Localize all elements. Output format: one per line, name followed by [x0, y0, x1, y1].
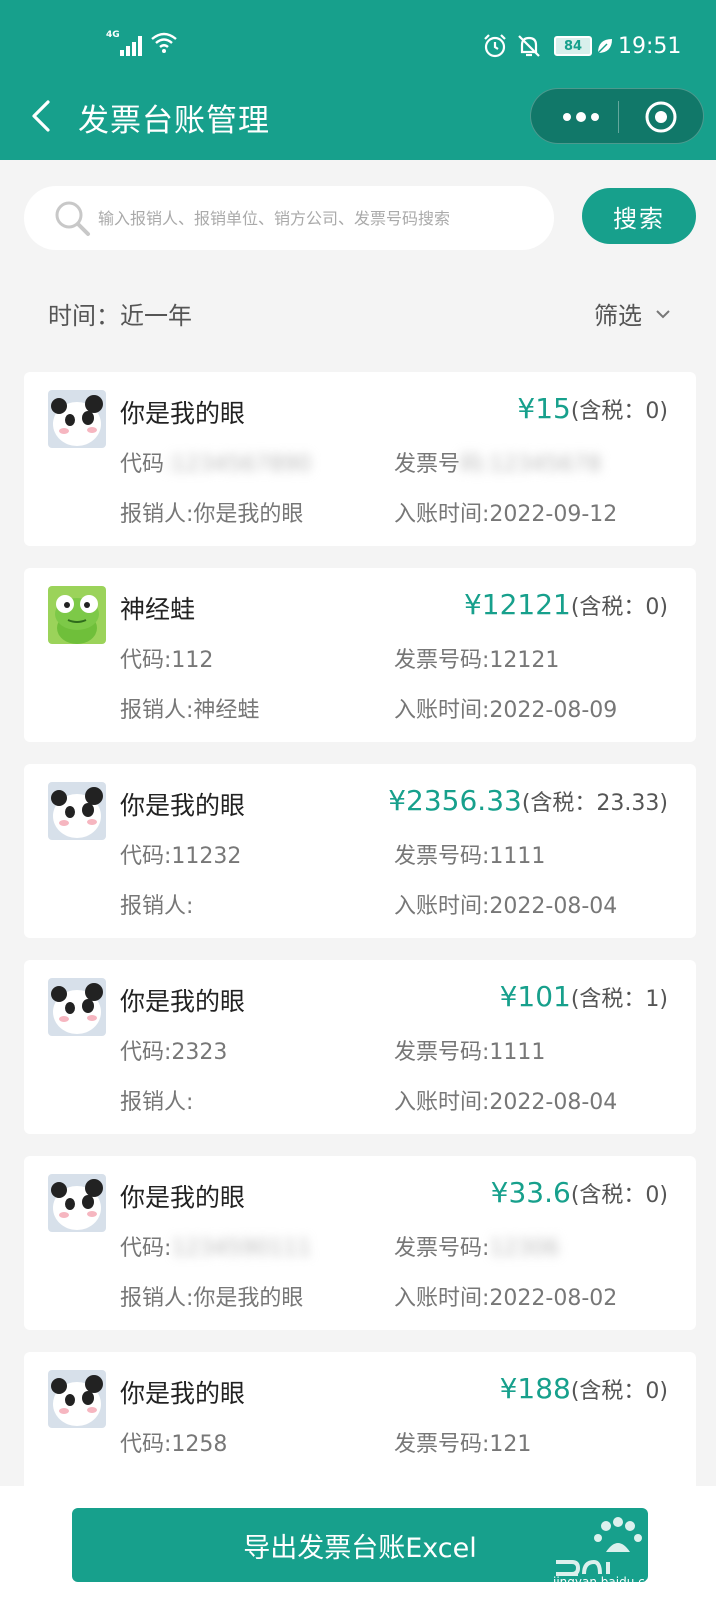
- invoice-card[interactable]: 你是我的眼 ¥101 (含税：1) 代码:2323 发票号码:1111 报销人:…: [24, 960, 696, 1134]
- invoice-date: 入账时间:2022-08-02: [394, 1286, 618, 1311]
- network-label: 4G: [106, 30, 120, 40]
- invoice-card[interactable]: 神经蛙 ¥12121 (含税：0) 代码:112 发票号码:12121 报销人:…: [24, 568, 696, 742]
- invoice-date: 入账时间:2022-08-04: [394, 1090, 618, 1115]
- search-icon: [55, 201, 90, 236]
- redacted-text: :1234567890: [164, 452, 312, 477]
- leaf-icon: [597, 39, 612, 54]
- redacted-text: 码:12345678: [460, 452, 602, 477]
- invoice-name: 你是我的眼: [120, 1183, 246, 1212]
- amount-value: ¥12121: [463, 588, 571, 621]
- invoice-person: 报销人:神经蛙: [120, 698, 260, 723]
- invoice-person: 报销人:你是我的眼: [120, 1286, 304, 1311]
- tax-value: (含税：1): [570, 987, 668, 1012]
- invoice-name: 你是我的眼: [120, 399, 246, 428]
- invoice-amount: ¥101 (含税：1): [500, 980, 668, 1013]
- avatar: [48, 586, 106, 644]
- invoice-number: 发票号码:1111: [394, 844, 546, 869]
- time-range-filter[interactable]: 时间：近一年: [48, 296, 192, 331]
- tax-value: (含税：0): [570, 1183, 668, 1208]
- panda-avatar-icon: [48, 390, 106, 448]
- chevron-down-icon: [656, 309, 670, 318]
- invoice-code: 代码:2323: [120, 1040, 228, 1065]
- redacted-text: 12306: [489, 1236, 560, 1261]
- invoice-number: 发票号码:12306: [394, 1236, 560, 1261]
- mute-bell-icon: [518, 35, 540, 57]
- filter-label: 筛选: [594, 302, 642, 330]
- avatar: [48, 1174, 106, 1232]
- invoice-name: 神经蛙: [120, 595, 196, 624]
- amount-value: ¥188: [499, 1372, 571, 1405]
- avatar: [48, 390, 106, 448]
- invoice-person: 报销人:: [120, 894, 194, 919]
- mini-program-capsule: [530, 88, 704, 144]
- panda-avatar-icon: [48, 782, 106, 840]
- invoice-amount: ¥12121 (含税：0): [464, 588, 668, 621]
- filter-button[interactable]: 筛选: [594, 296, 672, 331]
- amount-value: ¥15: [517, 392, 571, 425]
- invoice-amount: ¥188 (含税：0): [500, 1372, 668, 1405]
- frog-avatar-icon: [48, 586, 106, 644]
- wifi-icon: [151, 32, 177, 53]
- amount-value: ¥2356.33: [388, 784, 522, 817]
- amount-value: ¥33.6: [490, 1176, 571, 1209]
- amount-value: ¥101: [499, 980, 571, 1013]
- capsule-divider: [618, 101, 619, 133]
- tax-value: (含税：23.33): [521, 791, 668, 816]
- invoice-name: 你是我的眼: [120, 791, 246, 820]
- invoice-name: 你是我的眼: [120, 1379, 246, 1408]
- invoice-code: 代码:112: [120, 648, 214, 673]
- invoice-name: 你是我的眼: [120, 987, 246, 1016]
- invoice-amount: ¥2356.33 (含税：23.33): [388, 784, 668, 817]
- invoice-card[interactable]: 你是我的眼 ¥33.6 (含税：0) 代码:1234590111 发票号码:12…: [24, 1156, 696, 1330]
- invoice-code: 代码:11232: [120, 844, 242, 869]
- back-icon[interactable]: [28, 98, 56, 134]
- invoice-number: 发票号码:1111: [394, 1040, 546, 1065]
- panda-avatar-icon: [48, 1174, 106, 1232]
- invoice-number: 发票号码:12121: [394, 648, 560, 673]
- panda-avatar-icon: [48, 1370, 106, 1428]
- invoice-card[interactable]: 你是我的眼 ¥15 (含税：0) 代码:1234567890 发票号码:1234…: [24, 372, 696, 546]
- status-icons: 84 19:51: [482, 32, 681, 60]
- invoice-date: 入账时间:2022-08-04: [394, 894, 618, 919]
- tax-value: (含税：0): [570, 1379, 668, 1404]
- nav-bar: 发票台账管理: [0, 86, 716, 146]
- battery-indicator: 84: [554, 36, 592, 56]
- search-box: [24, 186, 554, 250]
- page-title: 发票台账管理: [78, 103, 270, 139]
- invoice-amount: ¥33.6 (含税：0): [491, 1176, 668, 1209]
- panda-avatar-icon: [48, 978, 106, 1036]
- invoice-date: 入账时间:2022-08-09: [394, 698, 618, 723]
- avatar: [48, 978, 106, 1036]
- invoice-card[interactable]: 你是我的眼 ¥2356.33 (含税：23.33) 代码:11232 发票号码:…: [24, 764, 696, 938]
- clock: 19:51: [618, 33, 682, 59]
- tax-value: (含税：0): [570, 595, 668, 620]
- invoice-person: 报销人:: [120, 1090, 194, 1115]
- invoice-number: 发票号码:12345678: [394, 452, 602, 477]
- invoice-code: 代码:1234567890: [120, 452, 312, 477]
- status-bar: 4G 84 19:51: [0, 28, 716, 64]
- watermark-text: jingyan.baidu.com: [553, 1575, 664, 1589]
- search-input[interactable]: [98, 186, 538, 250]
- invoice-person: 报销人:你是我的眼: [120, 502, 304, 527]
- alarm-icon: [484, 34, 506, 58]
- signal-icon: 4G: [106, 30, 146, 56]
- invoice-date: 入账时间:2022-09-12: [394, 502, 618, 527]
- invoice-amount: ¥15 (含税：0): [517, 392, 668, 425]
- invoice-number: 发票号码:121: [394, 1432, 532, 1457]
- search-button[interactable]: 搜索: [582, 188, 696, 244]
- invoice-code: 代码:1234590111: [120, 1236, 312, 1261]
- tax-value: (含税：0): [570, 399, 668, 424]
- close-target-icon[interactable]: [643, 99, 679, 135]
- more-dots-icon[interactable]: [555, 103, 607, 131]
- avatar: [48, 1370, 106, 1428]
- app-header: 4G 84 19:51 发票台账管理: [0, 0, 716, 160]
- avatar: [48, 782, 106, 840]
- invoice-code: 代码:1258: [120, 1432, 228, 1457]
- redacted-text: 1234590111: [171, 1236, 312, 1261]
